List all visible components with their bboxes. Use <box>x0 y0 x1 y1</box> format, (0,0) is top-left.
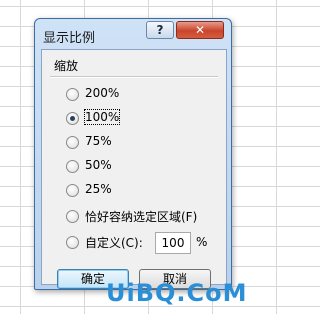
close-icon: ✕ <box>194 23 206 37</box>
radio-button-selected[interactable] <box>66 112 79 125</box>
custom-zoom-unit: % <box>196 235 208 249</box>
zoom-dialog: 显示比例 ? ✕ 缩放 200% 100% 75% 50% 25% 恰好容纳选定… <box>34 18 232 290</box>
radio-option-label: 50% <box>85 158 112 172</box>
radio-button[interactable] <box>66 184 79 197</box>
dialog-client-area: 缩放 200% 100% 75% 50% 25% 恰好容纳选定区域(F) 自定义… <box>41 49 227 285</box>
radio-button[interactable] <box>66 236 79 249</box>
dialog-titlebar[interactable]: 显示比例 ? ✕ <box>35 19 231 49</box>
dialog-title: 显示比例 <box>43 31 96 46</box>
radio-button[interactable] <box>66 88 79 101</box>
radio-option-label: 200% <box>85 86 120 100</box>
radio-option-label: 自定义(C): <box>85 236 143 250</box>
close-button[interactable]: ✕ <box>176 21 224 39</box>
radio-option-label: 100% <box>83 109 121 125</box>
group-divider <box>50 76 218 78</box>
help-button[interactable]: ? <box>146 21 174 39</box>
custom-zoom-input[interactable]: 100 <box>155 232 191 254</box>
radio-selected-dot <box>70 116 75 121</box>
zoom-group-label: 缩放 <box>54 59 79 73</box>
help-icon: ? <box>156 23 164 37</box>
radio-button[interactable] <box>66 136 79 149</box>
radio-option-label: 75% <box>85 134 112 148</box>
radio-button[interactable] <box>66 160 79 173</box>
radio-option-label: 恰好容纳选定区域(F) <box>85 210 198 224</box>
radio-button[interactable] <box>66 210 79 223</box>
radio-option-label: 25% <box>85 182 112 196</box>
site-watermark: UiBQ.CoM <box>106 279 248 307</box>
